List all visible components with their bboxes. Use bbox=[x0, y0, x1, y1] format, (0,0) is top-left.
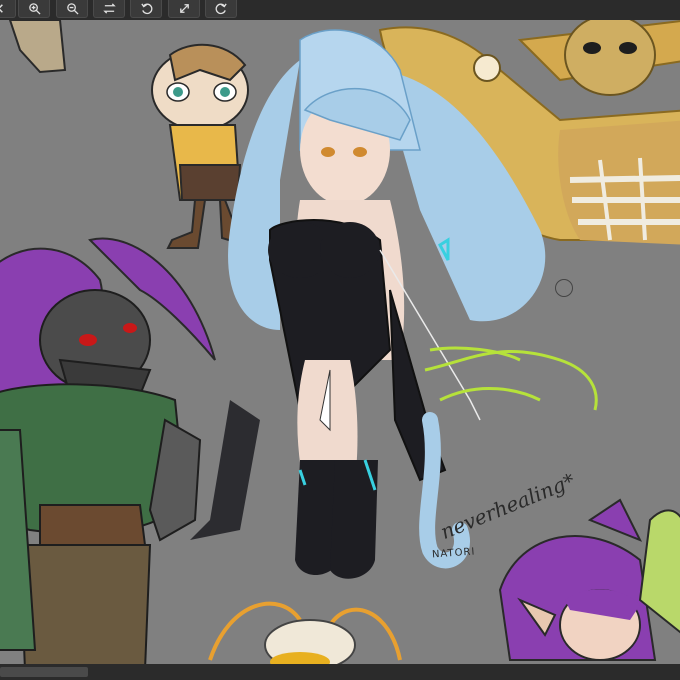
brush-cursor bbox=[555, 279, 573, 297]
zoom-out-icon bbox=[66, 3, 79, 15]
top-left-sketch bbox=[8, 20, 67, 74]
rotate-left-icon bbox=[140, 3, 152, 15]
fullscreen-button[interactable] bbox=[168, 0, 200, 18]
zoom-out-button[interactable] bbox=[56, 0, 88, 18]
fullscreen-icon bbox=[179, 4, 189, 13]
canvas-artwork bbox=[0, 20, 680, 664]
rat-character-sketch bbox=[0, 237, 216, 664]
rotate-right-icon bbox=[215, 3, 227, 15]
chevron-left-icon bbox=[0, 4, 3, 13]
viewer-toolbar bbox=[0, 0, 680, 20]
lime-scribble bbox=[424, 346, 598, 411]
drawing-canvas[interactable]: neverhealing* NATORI bbox=[0, 20, 680, 664]
zoom-in-icon bbox=[28, 3, 41, 15]
status-bar bbox=[0, 664, 680, 680]
flip-button[interactable] bbox=[93, 0, 125, 18]
horizontal-scrollbar[interactable] bbox=[0, 667, 88, 677]
rotate-right-button[interactable] bbox=[205, 0, 237, 18]
zoom-in-button[interactable] bbox=[18, 0, 50, 18]
purple-elf-sketch bbox=[498, 498, 680, 661]
rotate-left-button[interactable] bbox=[130, 0, 162, 18]
prev-button[interactable] bbox=[0, 0, 16, 18]
flip-horizontal-icon bbox=[102, 3, 116, 14]
bottom-creature-sketch bbox=[208, 601, 402, 664]
